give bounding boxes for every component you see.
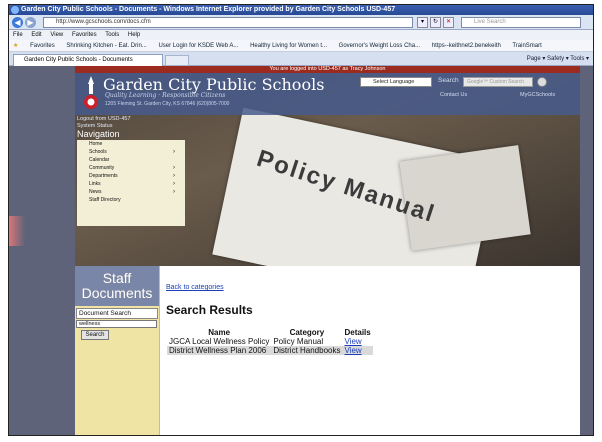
chevron-right-icon: ›: [173, 165, 175, 171]
result-category: District Handbooks: [271, 346, 343, 355]
menu-tools[interactable]: Tools: [105, 32, 119, 38]
window-title-bar: Garden City Public Schools - Documents -…: [9, 5, 593, 15]
view-link[interactable]: View: [344, 346, 361, 355]
search-results-title: Search Results: [166, 303, 253, 317]
logout-link[interactable]: Logout from USD-457: [77, 116, 131, 123]
menu-view[interactable]: View: [50, 32, 63, 38]
result-details-cell: View: [342, 346, 373, 355]
table-row: District Wellness Plan 2006 District Han…: [167, 346, 373, 355]
favorites-bar: ★ Favorites Shrinking Kitchen - Eat. Dri…: [9, 40, 593, 52]
live-search-input[interactable]: Live Search: [461, 17, 581, 28]
result-name: JGCA Local Wellness Policy: [169, 337, 270, 346]
dropdown-icon[interactable]: ▾: [417, 17, 428, 28]
search-go-icon[interactable]: [537, 77, 547, 87]
language-label: Select Language: [373, 79, 415, 85]
site-header: Policy Manual Garden City Public Schools…: [75, 73, 580, 266]
school-logo-icon: [84, 76, 98, 109]
page-viewport: You are logged into USD-457 as Tracy Joh…: [9, 66, 593, 435]
search-button[interactable]: Search: [81, 330, 109, 340]
nav-label: Home: [89, 141, 103, 147]
address-buttons: ▾ ↻ ✕: [417, 17, 457, 28]
tab-bar: Garden City Public Schools - Documents P…: [9, 52, 593, 66]
school-address: 1205 Fleming St. Garden City, KS 67846 (…: [105, 101, 230, 107]
command-bar[interactable]: Page ▾ Safety ▾ Tools ▾: [527, 54, 589, 65]
nav-label: Calendar: [89, 157, 110, 163]
contact-us-link[interactable]: Contact Us: [440, 92, 467, 98]
chevron-right-icon: ›: [173, 149, 175, 155]
nav-label: Community: [89, 165, 115, 171]
column-header: Details: [344, 328, 371, 337]
ie-icon: [11, 6, 19, 14]
decorative-fade: [9, 216, 25, 246]
document-search-label: Document Search: [76, 308, 158, 319]
tab-documents[interactable]: Garden City Public Schools - Documents: [13, 54, 163, 66]
chevron-right-icon: ›: [173, 173, 175, 179]
favorite-link[interactable]: Governor's Weight Loss Cha...: [339, 43, 420, 49]
sidebar: Staff Documents Document Search wellness…: [75, 266, 160, 435]
menu-help[interactable]: Help: [128, 32, 140, 38]
content-area: Staff Documents Document Search wellness…: [75, 266, 580, 435]
menu-bar: File Edit View Favorites Tools Help: [9, 30, 593, 40]
chevron-right-icon: ›: [173, 189, 175, 195]
table-row: JGCA Local Wellness Policy Policy Manual…: [167, 337, 373, 346]
nav-label: News: [89, 189, 102, 195]
back-to-categories-link[interactable]: Back to categories: [166, 284, 224, 291]
staff-documents-title: Staff Documents: [75, 266, 159, 306]
nav-label: Departments: [89, 173, 118, 179]
menu-favorites[interactable]: Favorites: [72, 32, 97, 38]
chevron-right-icon: ›: [173, 181, 175, 187]
window-title: Garden City Public Schools - Documents -…: [21, 6, 396, 13]
favorite-link[interactable]: Shrinking Kitchen - Eat. Drin...: [66, 43, 146, 49]
table-header-row: Name Category Details: [167, 328, 373, 337]
results-table: Name Category Details JGCA Local Wellnes…: [167, 328, 373, 355]
logout-area: Logout from USD-457 System Status: [77, 116, 131, 130]
url-input[interactable]: http://www.gcschools.com/docs.cfm: [43, 17, 413, 28]
website: You are logged into USD-457 as Tracy Joh…: [75, 66, 580, 435]
site-search-label: Search: [438, 77, 459, 84]
my-gcs-link[interactable]: MyGCSchools: [520, 92, 555, 98]
menu-edit[interactable]: Edit: [31, 32, 41, 38]
navigation-menu: Home Schools › Calendar Community › Depart…: [77, 140, 185, 226]
nav-item-community[interactable]: Community ›: [77, 164, 185, 172]
nav-item-staff-directory[interactable]: Staff Directory: [77, 196, 185, 204]
stop-icon[interactable]: ✕: [443, 17, 454, 28]
nav-label: Schools: [89, 149, 107, 155]
nav-item-home[interactable]: Home: [77, 140, 185, 148]
document-search-input[interactable]: wellness: [76, 320, 157, 328]
favorites-star-icon[interactable]: ★: [13, 43, 18, 49]
nav-item-calendar[interactable]: Calendar: [77, 156, 185, 164]
view-link[interactable]: View: [344, 337, 361, 346]
nav-item-schools[interactable]: Schools ›: [77, 148, 185, 156]
forward-arrow-icon[interactable]: ▶: [25, 17, 36, 28]
logged-in-banner: You are logged into USD-457 as Tracy Joh…: [75, 66, 580, 73]
favorites-button[interactable]: Favorites: [30, 43, 55, 49]
refresh-icon[interactable]: ↻: [430, 17, 441, 28]
main-content: Back to categories Search Results Name C…: [166, 266, 580, 435]
favorite-link[interactable]: https--keithnet2.benekeith: [432, 43, 501, 49]
result-details-cell: View: [342, 337, 372, 346]
favorite-link[interactable]: Healthy Living for Women t...: [250, 43, 327, 49]
favorite-link[interactable]: TrainSmart: [512, 43, 541, 49]
favorite-link[interactable]: User Login for KSDE Web A...: [158, 43, 238, 49]
column-header: Name: [208, 328, 231, 337]
menu-file[interactable]: File: [13, 32, 23, 38]
nav-item-news[interactable]: News ›: [77, 188, 185, 196]
slide-frame: Garden City Public Schools - Documents -…: [8, 4, 594, 436]
result-category: Policy Manual: [273, 337, 324, 346]
nav-label: Links: [89, 181, 101, 187]
new-tab-button[interactable]: [165, 55, 189, 66]
site-search-input[interactable]: Google™ Custom Search: [463, 77, 533, 87]
select-language-dropdown[interactable]: Select Language: [360, 77, 432, 87]
nav-label: Staff Directory: [89, 197, 121, 203]
nav-item-links[interactable]: Links ›: [77, 180, 185, 188]
back-arrow-icon[interactable]: ◀: [12, 17, 23, 28]
column-header: Category: [289, 328, 325, 337]
nav-item-departments[interactable]: Departments ›: [77, 172, 185, 180]
address-bar: ◀ ▶ http://www.gcschools.com/docs.cfm ▾ …: [9, 15, 593, 30]
school-tagline: Quality Learning · Responsible Citizens: [105, 92, 226, 99]
navigation-title: Navigation: [77, 129, 120, 139]
result-name: District Wellness Plan 2006: [167, 346, 272, 355]
